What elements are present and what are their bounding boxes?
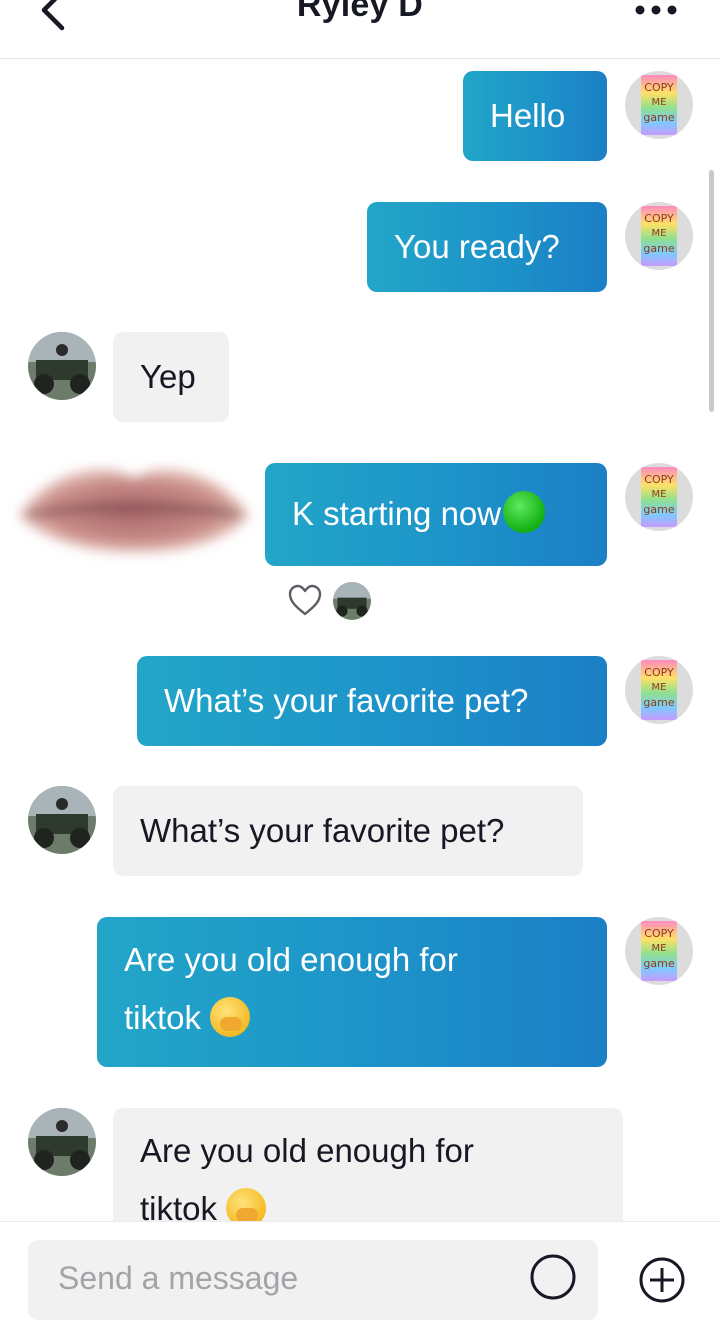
incoming-message[interactable]: Yep bbox=[113, 332, 229, 422]
message-text: Hello bbox=[490, 97, 566, 134]
my-avatar[interactable]: COPY ME game bbox=[625, 656, 693, 724]
message-text: What’s your favorite pet? bbox=[140, 812, 505, 849]
svg-text:COPY: COPY bbox=[644, 666, 674, 679]
outgoing-message[interactable]: K starting now bbox=[265, 463, 607, 566]
my-avatar[interactable]: COPY ME game bbox=[625, 917, 693, 985]
my-avatar[interactable]: COPY ME game bbox=[625, 463, 693, 531]
svg-text:COPY: COPY bbox=[644, 927, 674, 940]
heart-icon bbox=[288, 584, 322, 616]
chat-header: Ryley D bbox=[0, 0, 720, 59]
more-options-button[interactable] bbox=[634, 0, 682, 24]
message-composer: Send a message bbox=[0, 1221, 720, 1320]
contact-avatar[interactable] bbox=[28, 332, 96, 400]
svg-text:ME: ME bbox=[652, 943, 667, 954]
message-text: Are you old enough for bbox=[140, 1132, 474, 1169]
svg-text:game: game bbox=[643, 696, 674, 709]
reaction-avatar bbox=[333, 582, 371, 620]
message-text: tiktok bbox=[140, 1190, 218, 1221]
outgoing-message[interactable]: What’s your favorite pet? bbox=[137, 656, 607, 746]
incoming-message[interactable]: Are you old enough for tiktok bbox=[113, 1108, 623, 1221]
plus-icon bbox=[639, 1257, 685, 1303]
hand-over-mouth-emoji bbox=[210, 997, 251, 1037]
conversation-title: Ryley D bbox=[296, 0, 424, 24]
incoming-message[interactable]: What’s your favorite pet? bbox=[113, 786, 583, 876]
outgoing-message[interactable]: Hello bbox=[463, 71, 607, 161]
svg-text:COPY: COPY bbox=[644, 473, 674, 486]
message-input[interactable]: Send a message bbox=[28, 1240, 598, 1320]
svg-text:ME: ME bbox=[652, 97, 667, 108]
message-text: Yep bbox=[140, 358, 196, 395]
contact-avatar[interactable] bbox=[28, 1108, 96, 1176]
message-text: You ready? bbox=[394, 228, 560, 265]
like-button[interactable] bbox=[287, 583, 323, 619]
scrollbar[interactable] bbox=[709, 170, 714, 412]
svg-text:COPY: COPY bbox=[644, 212, 674, 225]
hand-over-mouth-emoji bbox=[226, 1188, 267, 1221]
outgoing-message[interactable]: Are you old enough for tiktok bbox=[97, 917, 607, 1067]
svg-text:ME: ME bbox=[652, 228, 667, 239]
svg-text:game: game bbox=[643, 111, 674, 124]
emoji-icon bbox=[530, 1254, 576, 1300]
emoji-button[interactable] bbox=[528, 1252, 578, 1302]
my-avatar[interactable]: COPY ME game bbox=[625, 71, 693, 139]
more-dots-icon bbox=[635, 5, 677, 15]
add-attachment-button[interactable] bbox=[636, 1254, 688, 1306]
svg-text:ME: ME bbox=[652, 489, 667, 500]
message-text: Are you old enough for bbox=[124, 941, 458, 978]
message-text: What’s your favorite pet? bbox=[164, 682, 529, 719]
outgoing-message[interactable]: You ready? bbox=[367, 202, 607, 292]
svg-text:game: game bbox=[643, 242, 674, 255]
green-circle-emoji bbox=[503, 491, 546, 533]
my-avatar[interactable]: COPY ME game bbox=[625, 202, 693, 270]
svg-text:COPY: COPY bbox=[644, 81, 674, 94]
svg-text:ME: ME bbox=[652, 682, 667, 693]
message-input-placeholder: Send a message bbox=[58, 1260, 299, 1296]
message-text: K starting now bbox=[292, 495, 502, 532]
message-list[interactable]: Hello COPY ME game You ready? COPY ME ga… bbox=[0, 59, 720, 1221]
message-text: tiktok bbox=[124, 999, 202, 1036]
svg-text:game: game bbox=[643, 503, 674, 516]
lips-sticker-image bbox=[18, 469, 250, 553]
contact-avatar[interactable] bbox=[28, 786, 96, 854]
svg-text:game: game bbox=[643, 957, 674, 970]
